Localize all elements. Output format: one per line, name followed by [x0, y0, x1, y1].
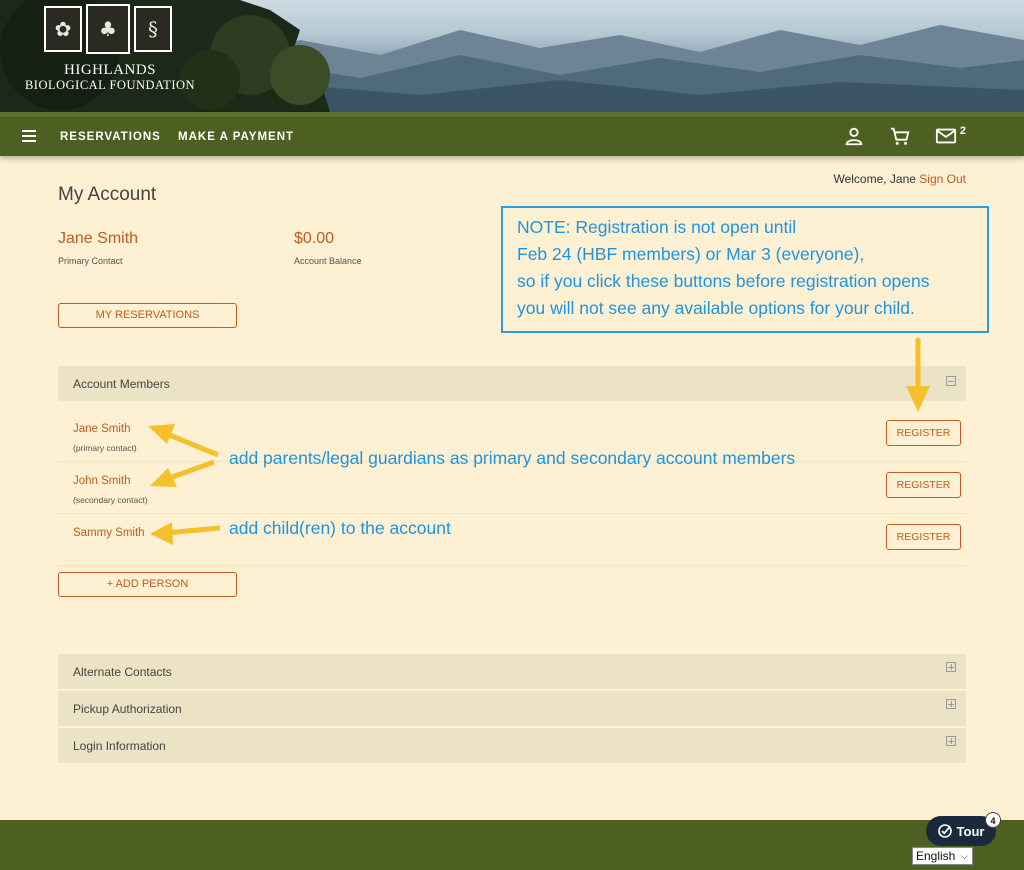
login-information-header[interactable]: Login Information	[58, 728, 966, 763]
section-title: Pickup Authorization	[73, 702, 182, 716]
expand-icon[interactable]	[946, 736, 956, 746]
expand-icon[interactable]	[946, 662, 956, 672]
language-value: English	[916, 849, 956, 863]
arrow-icon	[150, 522, 221, 545]
arrow-icon	[148, 424, 219, 458]
chevron-down-icon: ⌵	[961, 851, 968, 861]
pickup-authorization-header[interactable]: Pickup Authorization	[58, 691, 966, 726]
section-title: Alternate Contacts	[73, 665, 172, 679]
tour-count-badge: 4	[985, 812, 1001, 828]
check-circle-icon	[937, 824, 952, 838]
section-title: Login Information	[73, 739, 166, 753]
footer	[0, 820, 1024, 870]
arrow-icon	[150, 459, 215, 487]
tour-label: Tour	[956, 823, 985, 839]
language-select[interactable]: English ⌵	[912, 847, 973, 865]
arrow-icon	[906, 338, 930, 412]
expand-icon[interactable]	[946, 699, 956, 709]
alternate-contacts-header[interactable]: Alternate Contacts	[58, 654, 966, 689]
